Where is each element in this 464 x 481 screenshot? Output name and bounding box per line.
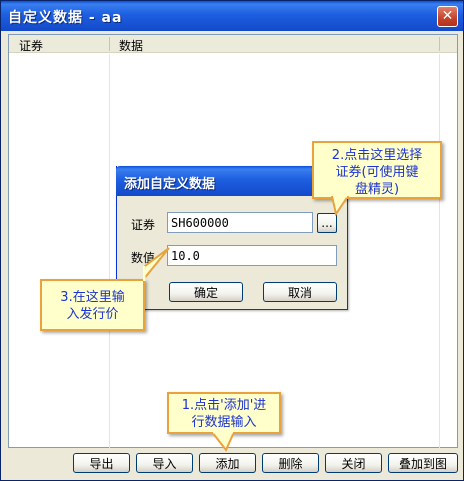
column-divider[interactable]: [109, 37, 110, 51]
close-icon[interactable]: ✕: [437, 6, 458, 27]
grid-line: [439, 54, 440, 448]
callout-text: 2.点击这里选择: [331, 148, 423, 163]
dialog-title: 添加自定义数据: [124, 177, 216, 192]
security-input[interactable]: [167, 212, 313, 233]
column-divider[interactable]: [439, 37, 440, 51]
callout-text: 1.点击'添加'进: [181, 398, 267, 413]
callout-pointer: [210, 432, 236, 452]
security-label: 证券: [131, 218, 156, 232]
add-button[interactable]: 添加: [199, 453, 256, 473]
window-titlebar[interactable]: 自定义数据 - aa ✕: [1, 1, 463, 31]
overlay-to-chart-button[interactable]: 叠加到图: [388, 453, 458, 473]
callout-text: 入发行价: [66, 307, 119, 322]
delete-button[interactable]: 删除: [262, 453, 319, 473]
value-input[interactable]: [167, 245, 337, 266]
ok-button[interactable]: 确定: [169, 282, 243, 302]
callout-text: 行数据输入: [191, 415, 257, 430]
callout-pointer: [330, 196, 350, 216]
list-header: 证券 数据: [9, 35, 457, 53]
callout-text: 3.在这里输: [60, 290, 125, 305]
callout-step-3: 3.在这里输 入发行价: [40, 279, 145, 331]
grid-line: [109, 54, 110, 448]
export-button[interactable]: 导出: [73, 453, 130, 473]
callout-step-1: 1.点击'添加'进 行数据输入: [167, 392, 281, 434]
close-button[interactable]: 关闭: [325, 453, 382, 473]
callout-pointer: [143, 247, 170, 282]
column-header-security[interactable]: 证券: [19, 37, 43, 54]
import-button[interactable]: 导入: [136, 453, 193, 473]
cancel-button[interactable]: 取消: [263, 282, 337, 302]
browse-security-button[interactable]: ...: [317, 213, 337, 233]
window-title: 自定义数据 - aa: [8, 10, 123, 26]
callout-step-2: 2.点击这里选择 证券(可使用键 盘精灵): [312, 141, 442, 199]
column-header-data[interactable]: 数据: [119, 37, 143, 54]
callout-text: 证券(可使用键: [335, 165, 419, 180]
